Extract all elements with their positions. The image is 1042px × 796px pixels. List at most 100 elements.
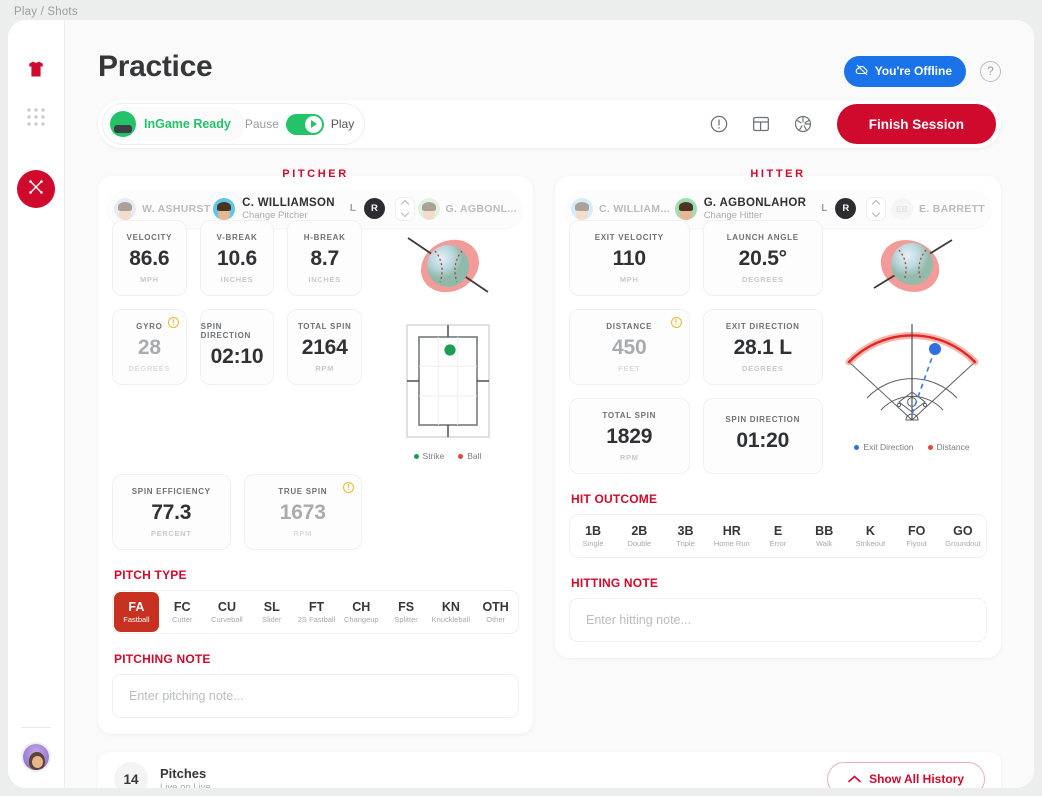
metric-label: SPIN EFFICIENCY bbox=[131, 486, 211, 496]
toggle-knob bbox=[304, 115, 322, 133]
metric-value: 110 bbox=[612, 246, 646, 270]
metric-unit: RPM bbox=[315, 363, 335, 373]
metric-hit-total-spin: TOTAL SPIN 1829 RPM bbox=[569, 398, 690, 474]
metric-distance: ! DISTANCE 450 FEET bbox=[569, 309, 690, 385]
pitcher-next[interactable]: G. AGBONL... bbox=[417, 198, 517, 220]
crossed-bats-icon bbox=[26, 177, 46, 202]
metric-value: 28 bbox=[137, 335, 161, 359]
metric-launch-angle: LAUNCH ANGLE 20.5° DEGREES bbox=[702, 220, 823, 296]
warning-icon[interactable]: ! bbox=[343, 482, 354, 493]
pitch-type-sl[interactable]: SL Slider bbox=[249, 591, 294, 633]
metric-gyro: ! GYRO 28 DEGREES bbox=[112, 309, 187, 385]
metric-value: 01:20 bbox=[736, 429, 790, 452]
pitch-type-selector: FA Fastball FC Cutter CU Curveball SL Slider… bbox=[112, 590, 519, 634]
avatar-initials: EB bbox=[891, 198, 913, 220]
hitter-metrics-area: EXIT VELOCITY 110 MPH LAUNCH ANGLE 20.5°… bbox=[569, 220, 987, 474]
alert-circle-icon[interactable] bbox=[709, 114, 729, 134]
pitch-type-fs[interactable]: FS Splitter bbox=[384, 591, 429, 633]
metric-unit: INCHES bbox=[220, 274, 254, 284]
hit-outcome-k[interactable]: K Strikeout bbox=[847, 515, 893, 557]
avatar[interactable] bbox=[21, 742, 51, 772]
hitter-next[interactable]: EB E. BARRETT bbox=[891, 198, 985, 220]
pitcher-tag: PITCHER bbox=[282, 168, 349, 180]
hit-outcome-hr[interactable]: HR Home Run bbox=[709, 515, 755, 557]
metric-unit: RPM bbox=[293, 528, 313, 538]
hit-outcome-3b[interactable]: 3B Triple bbox=[662, 515, 708, 557]
page-title: Practice bbox=[98, 50, 213, 83]
metric-unit: INCHES bbox=[308, 274, 341, 284]
metric-label: SPIN DIRECTION bbox=[725, 415, 801, 424]
offline-status-button[interactable]: You're Offline bbox=[843, 55, 966, 87]
finish-session-button[interactable]: Finish Session bbox=[836, 104, 996, 144]
device-status-chip[interactable]: InGame Ready bbox=[106, 107, 245, 141]
hitting-note-input[interactable] bbox=[569, 598, 987, 642]
hit-outcome-bb[interactable]: BB Walk bbox=[801, 515, 847, 557]
metric-value: 8.7 bbox=[310, 246, 339, 270]
pitcher-hand-left[interactable]: L bbox=[346, 203, 360, 214]
main-content: Practice You're Offline ? InGame Ready P… bbox=[65, 20, 1034, 788]
pitcher-prev[interactable]: W. ASHURST bbox=[114, 198, 211, 220]
hitter-stepper[interactable] bbox=[866, 196, 887, 221]
hitter-next-label: E. BARRETT bbox=[919, 203, 985, 215]
metric-unit: DEGREES bbox=[741, 274, 784, 284]
metric-unit: RPM bbox=[619, 452, 639, 462]
legend-label: Distance bbox=[936, 442, 970, 452]
pitcher-handedness: L R bbox=[346, 198, 385, 220]
sidebar-item-grid[interactable] bbox=[17, 100, 55, 138]
sidebar bbox=[8, 20, 65, 788]
pitch-type-ch[interactable]: CH Changeup bbox=[339, 591, 384, 633]
hitter-hand-left[interactable]: L bbox=[817, 203, 831, 214]
pause-label: Pause bbox=[244, 117, 279, 131]
pitcher-stepper[interactable] bbox=[394, 196, 415, 221]
metric-label: DISTANCE bbox=[606, 321, 653, 331]
metric-value: 28.1 L bbox=[733, 335, 793, 359]
footer-subtitle: Live on Live bbox=[160, 781, 211, 789]
control-bar-actions: Finish Session bbox=[709, 104, 997, 144]
pitch-type-cu[interactable]: CU Curveball bbox=[205, 591, 250, 633]
hit-outcome-2b[interactable]: 2B Double bbox=[616, 515, 662, 557]
pitch-type-fa[interactable]: FA Fastball bbox=[114, 592, 159, 632]
hitter-current[interactable]: G. AGBONLAHOR Change Hitter L R bbox=[674, 196, 887, 222]
offline-label: You're Offline bbox=[874, 64, 952, 78]
hit-outcome-go[interactable]: GO Groundout bbox=[940, 515, 986, 557]
pitch-count-badge: 14 bbox=[114, 762, 148, 788]
spray-chart-legend: Exit Direction Distance bbox=[854, 442, 970, 452]
pitch-type-ft[interactable]: FT 2S Fastball bbox=[294, 591, 339, 633]
metric-exit-direction: EXIT DIRECTION 28.1 L DEGREES bbox=[702, 309, 823, 385]
metric-value: 1829 bbox=[606, 424, 653, 448]
strike-zone-chart bbox=[405, 324, 490, 438]
hitter-hand-right[interactable]: R bbox=[835, 198, 857, 220]
pitcher-hand-right[interactable]: R bbox=[363, 198, 385, 220]
hit-outcome-e[interactable]: E Error bbox=[755, 515, 801, 557]
help-icon[interactable]: ? bbox=[980, 60, 1001, 82]
show-all-history-button[interactable]: Show All History bbox=[827, 762, 985, 788]
sidebar-item-practice[interactable] bbox=[17, 170, 55, 208]
play-pause-toggle[interactable] bbox=[285, 113, 324, 135]
aperture-icon[interactable] bbox=[793, 114, 813, 134]
hit-outcome-title: HIT OUTCOME bbox=[571, 492, 658, 506]
metric-label: TRUE SPIN bbox=[278, 486, 328, 496]
pitch-type-kn[interactable]: KN Knuckleball bbox=[428, 591, 473, 633]
spray-chart bbox=[845, 324, 979, 421]
pitch-type-title: PITCH TYPE bbox=[114, 568, 187, 582]
legend-item: Ball bbox=[458, 451, 481, 461]
pitcher-current[interactable]: C. WILLIAMSON Change Pitcher L R bbox=[213, 197, 415, 222]
hit-outcome-1b[interactable]: 1B Single bbox=[570, 515, 616, 557]
metric-exit-velocity: EXIT VELOCITY 110 MPH bbox=[569, 220, 690, 296]
pitching-note-input[interactable] bbox=[112, 674, 519, 718]
warning-icon[interactable]: ! bbox=[167, 317, 179, 328]
pitch-type-oth[interactable]: OTH Other bbox=[473, 591, 518, 633]
app-shell: Practice You're Offline ? InGame Ready P… bbox=[8, 20, 1034, 788]
hitter-prev[interactable]: C. WILLIAM... bbox=[571, 198, 670, 220]
metric-unit: DEGREES bbox=[128, 363, 171, 373]
layout-panel-icon[interactable] bbox=[751, 114, 771, 134]
metric-value: 2164 bbox=[301, 335, 348, 359]
pitch-type-fc[interactable]: FC Cutter bbox=[160, 591, 205, 633]
sidebar-item-jersey[interactable] bbox=[17, 52, 55, 90]
metric-unit: MPH bbox=[619, 274, 639, 284]
hitting-note-title: HITTING NOTE bbox=[571, 576, 659, 590]
hit-outcome-selector: 1B Single 2B Double 3B Triple HR Home Run EE… bbox=[569, 514, 987, 558]
hit-outcome-fo[interactable]: FO Flyout bbox=[894, 515, 940, 557]
warning-icon[interactable]: ! bbox=[670, 317, 682, 328]
metric-h-break: H-BREAK 8.7 INCHES bbox=[287, 220, 363, 296]
